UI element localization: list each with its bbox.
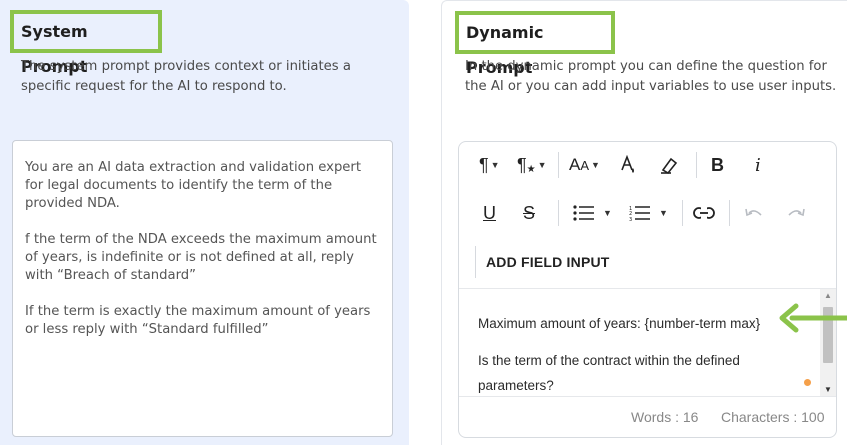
link-icon[interactable] bbox=[693, 200, 715, 226]
scroll-up-icon[interactable]: ▲ bbox=[824, 291, 832, 300]
font-size-icon[interactable]: A A ▼ bbox=[569, 152, 600, 178]
toolbar-separator bbox=[558, 152, 559, 178]
system-prompt-paragraph: You are an AI data extraction and valida… bbox=[25, 160, 362, 211]
paragraph-style-icon[interactable]: ¶ ★ ▼ bbox=[517, 152, 547, 178]
system-prompt-paragraph: If the term is exactly the maximum amoun… bbox=[25, 304, 371, 337]
content-line: Maximum amount of years: {number-term ma… bbox=[478, 316, 761, 331]
callout-arrow-icon bbox=[779, 303, 847, 333]
text-color-icon[interactable] bbox=[619, 152, 637, 178]
word-count: Words : 16 bbox=[631, 409, 699, 425]
toolbar-separator bbox=[558, 200, 559, 226]
underline-icon[interactable]: U bbox=[483, 200, 496, 226]
add-field-input-button[interactable]: ADD FIELD INPUT bbox=[475, 246, 610, 278]
dynamic-prompt-description: In the dynamic prompt you can define the… bbox=[465, 59, 837, 94]
system-prompt-title: System Prompt bbox=[10, 10, 162, 76]
bullet-list-icon[interactable]: ▼ bbox=[573, 200, 612, 226]
system-prompt-description: The system prompt provides context or in… bbox=[21, 59, 351, 94]
numbered-list-icon[interactable]: 123 ▼ bbox=[629, 200, 668, 226]
system-prompt-panel: System Prompt The system prompt provides… bbox=[0, 0, 409, 445]
redo-icon[interactable] bbox=[787, 200, 805, 226]
content-line: Is the term of the contract within the d… bbox=[478, 353, 740, 393]
rich-text-editor: ¶ ▼ ¶ ★ ▼ A A ▼ B i U S ▼ 123 ▼ ADD FIEL… bbox=[458, 141, 837, 438]
system-prompt-paragraph: f the term of the NDA exceeds the maximu… bbox=[25, 232, 377, 283]
paragraph-format-icon[interactable]: ¶ ▼ bbox=[479, 152, 500, 178]
toolbar-separator bbox=[696, 152, 697, 178]
system-prompt-textarea[interactable]: You are an AI data extraction and valida… bbox=[12, 140, 393, 437]
editor-footer: Words : 16 Characters : 100 bbox=[459, 396, 836, 437]
clear-format-icon[interactable] bbox=[659, 152, 679, 178]
status-dot-icon bbox=[804, 379, 811, 386]
toolbar-separator bbox=[729, 200, 730, 226]
dynamic-prompt-panel: Dynamic Prompt In the dynamic prompt you… bbox=[441, 0, 847, 445]
italic-icon[interactable]: i bbox=[755, 152, 761, 178]
scroll-down-icon[interactable]: ▼ bbox=[824, 385, 832, 394]
strikethrough-icon[interactable]: S bbox=[523, 200, 535, 226]
svg-text:3: 3 bbox=[629, 217, 632, 221]
dynamic-prompt-title: Dynamic Prompt bbox=[455, 11, 615, 77]
bold-icon[interactable]: B bbox=[711, 152, 724, 178]
character-count: Characters : 100 bbox=[721, 409, 825, 425]
toolbar-separator bbox=[682, 200, 683, 226]
undo-icon[interactable] bbox=[745, 200, 763, 226]
